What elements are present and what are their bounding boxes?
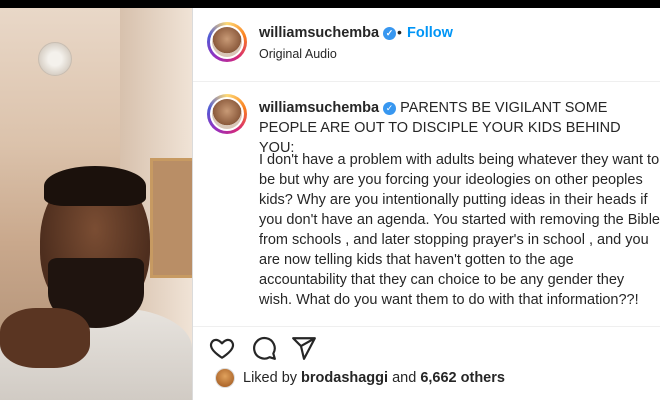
separator-dot: • — [397, 24, 402, 40]
author-avatar[interactable] — [207, 22, 247, 62]
video-door-frame — [150, 158, 192, 278]
caption-body: I don't have a problem with adults being… — [259, 152, 660, 308]
heart-icon[interactable] — [209, 335, 235, 361]
verified-badge-icon: ✓ — [383, 26, 397, 40]
likes-others-count[interactable]: 6,662 others — [420, 370, 505, 386]
send-icon[interactable] — [291, 335, 317, 361]
video-person-hand — [0, 308, 90, 368]
caption-headline-line: williamsuchemba ✓ PARENTS BE VIGILANT SOM… — [259, 98, 655, 158]
likes-conjunction: and — [392, 370, 417, 386]
liker-avatar[interactable] — [215, 368, 235, 388]
liker-username[interactable]: brodashaggi — [301, 370, 388, 386]
top-black-strip — [0, 0, 660, 8]
audio-label[interactable]: Original Audio — [259, 47, 337, 61]
author-username[interactable]: williamsuchemba ✓ — [259, 25, 397, 41]
smoke-detector — [38, 42, 72, 76]
action-bar — [193, 326, 660, 362]
video-player[interactable] — [0, 8, 192, 400]
caption-verified-badge-icon: ✓ — [383, 101, 397, 115]
likes-prefix: Liked by — [243, 370, 298, 386]
likes-row: Liked by brodashaggi and 6,662 others — [193, 368, 660, 400]
likes-text: Liked by brodashaggi and 6,662 others — [243, 370, 505, 386]
post-caption: williamsuchemba ✓ PARENTS BE VIGILANT SOM… — [193, 82, 660, 320]
caption-avatar[interactable] — [207, 94, 247, 134]
caption-username[interactable]: williamsuchemba — [259, 100, 379, 116]
comment-icon[interactable] — [251, 335, 277, 361]
post-header: williamsuchemba ✓ • Follow Original Audio — [193, 8, 660, 82]
follow-button[interactable]: Follow — [407, 25, 453, 41]
video-person-hair — [44, 166, 146, 206]
author-username-text[interactable]: williamsuchemba — [259, 25, 379, 41]
post-panel: williamsuchemba ✓ • Follow Original Audio… — [192, 8, 660, 400]
